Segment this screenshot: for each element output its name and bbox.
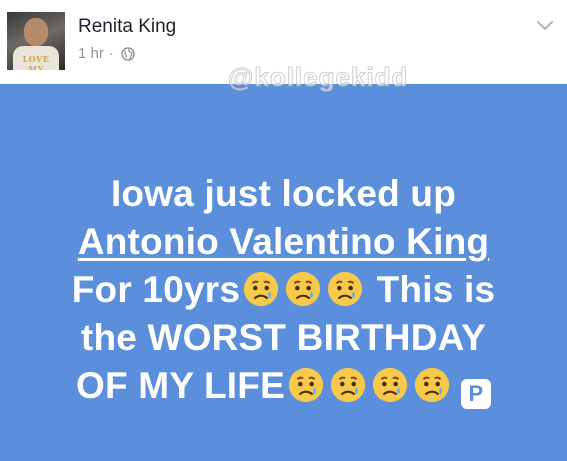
facebook-post: LOVE MY Renita King 1 hr · @kollegekidd …	[0, 0, 567, 461]
post-timestamp[interactable]: 1 hr	[78, 45, 104, 62]
status-line-1: Iowa just locked up	[110, 173, 457, 214]
status-line-4: the WORST BIRTHDAY	[80, 317, 487, 358]
status-line-3-text: For 10yrs	[71, 269, 241, 310]
crying-face-emoji-icon	[288, 367, 324, 403]
status-line-2: Antonio Valentino King	[30, 218, 537, 266]
watermark: @kollegekidd	[227, 62, 409, 93]
meta-separator: ·	[108, 45, 114, 62]
status-line-3-tail: This is	[376, 269, 496, 310]
status-text: Iowa just locked up Antonio Valentino Ki…	[30, 170, 537, 410]
status-line-5-text: OF MY LIFE	[76, 365, 285, 406]
crying-face-emoji-icon	[328, 271, 363, 307]
status-background-card: Iowa just locked up Antonio Valentino Ki…	[0, 84, 567, 461]
globe-icon[interactable]	[121, 46, 135, 61]
post-meta: 1 hr ·	[78, 45, 135, 62]
crying-face-emoji-icon	[414, 367, 450, 403]
tagged-person-link[interactable]: Antonio Valentino King	[78, 221, 489, 262]
crying-face-emoji-icon	[244, 271, 279, 307]
author-name[interactable]: Renita King	[78, 16, 176, 38]
chevron-down-icon[interactable]	[536, 20, 554, 32]
crying-face-emoji-icon	[372, 367, 408, 403]
avatar-caption: LOVE MY	[22, 54, 50, 70]
avatar-face	[24, 18, 48, 46]
avatar[interactable]: LOVE MY	[7, 12, 65, 70]
status-line-5: OF MY LIFE P	[30, 362, 537, 410]
crying-face-emoji-icon	[286, 271, 321, 307]
status-line-3: For 10yrs This is	[30, 266, 537, 314]
crying-face-emoji-icon	[330, 367, 366, 403]
parking-icon: P	[460, 379, 491, 409]
